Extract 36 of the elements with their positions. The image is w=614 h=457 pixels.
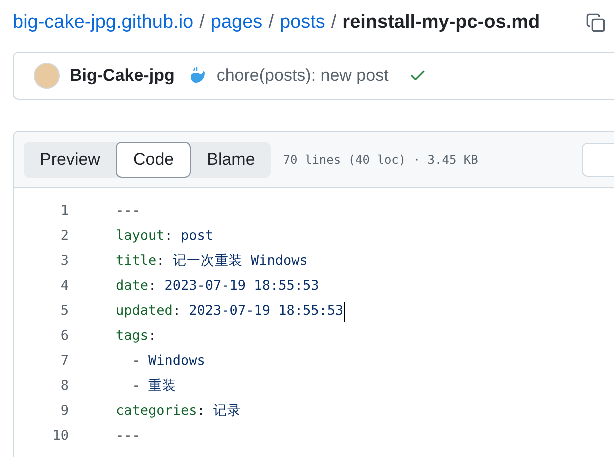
- line-number: 6: [60, 327, 69, 346]
- code-line: ---: [116, 202, 140, 222]
- line-number: 1: [60, 202, 69, 222]
- view-tab[interactable]: Code: [116, 142, 192, 178]
- code-line: categories: 记录: [116, 402, 242, 422]
- line-number: 9: [60, 402, 69, 422]
- code-line: tags:: [116, 327, 157, 346]
- code-line: ---: [116, 427, 140, 446]
- path-separator: /: [268, 10, 274, 35]
- author-link[interactable]: Big-Cake-jpg: [70, 63, 175, 89]
- repo-link[interactable]: big-cake-jpg.github.io: [13, 8, 194, 38]
- line-number: 5: [60, 302, 69, 322]
- path-separator: /: [331, 10, 337, 35]
- folder-link[interactable]: posts: [280, 8, 326, 38]
- line-number: 10: [52, 427, 69, 446]
- line-number: 3: [60, 252, 69, 272]
- code-line: - Windows: [131, 352, 206, 372]
- avatar: [34, 63, 60, 89]
- whale-icon: [188, 67, 207, 85]
- code-line: - 重装: [131, 377, 177, 396]
- line-number: 8: [60, 377, 69, 396]
- line-number: 7: [60, 352, 69, 372]
- line-number: 4: [60, 277, 69, 296]
- commit-message[interactable]: chore(posts): new post: [216, 63, 389, 89]
- file-name: reinstall-my-pc-os.md: [342, 10, 540, 35]
- path-separator: /: [200, 10, 205, 35]
- code-line: updated: 2023-07-19 18:55:53: [116, 302, 344, 322]
- code-line: layout: post: [116, 227, 214, 246]
- view-tab[interactable]: Preview: [24, 142, 116, 178]
- view-tab[interactable]: Blame: [191, 142, 272, 178]
- folder-link[interactable]: pages: [210, 8, 263, 38]
- file-info: 70 lines (40 loc) · 3.45 KB: [283, 152, 478, 168]
- code-line: date: 2023-07-19 18:55:53: [116, 277, 320, 296]
- copy-icon[interactable]: [584, 11, 608, 35]
- code-line: title: 记一次重装 Windows: [116, 252, 308, 272]
- line-number: 2: [60, 227, 69, 246]
